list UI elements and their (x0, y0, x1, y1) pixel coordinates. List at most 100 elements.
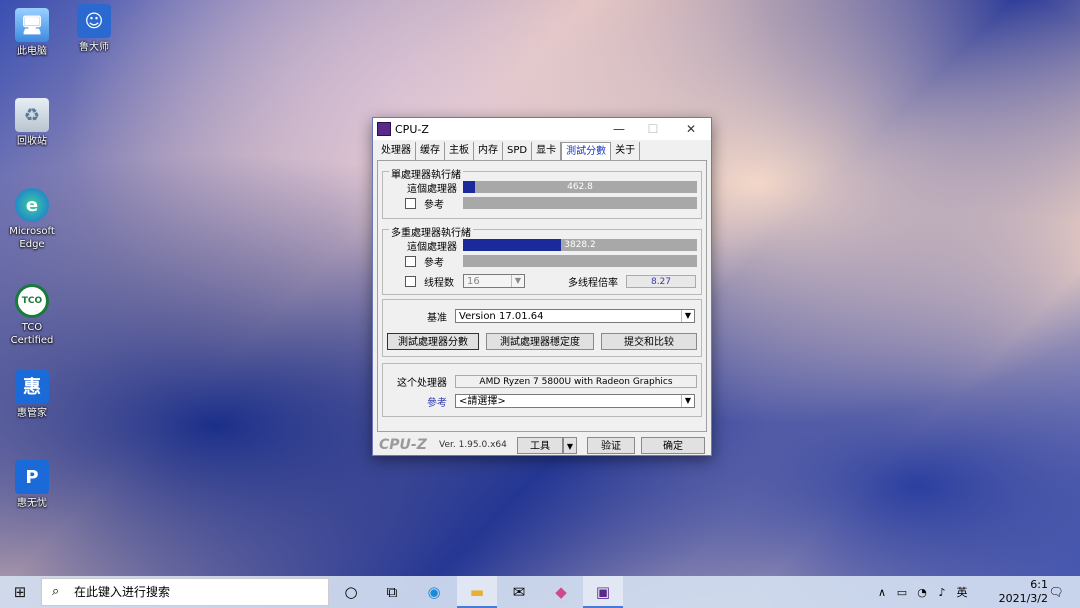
chevron-down-icon: ▼ (681, 395, 694, 407)
single-score-value: 462.8 (567, 182, 593, 192)
desktop-icon-label: 回收站 (17, 136, 47, 147)
multi-this-label: 這個處理器 (407, 241, 457, 253)
huiguanjia-icon: 惠 (15, 370, 49, 404)
desktop-icon-huiguanjia[interactable]: 惠 惠管家 (1, 370, 63, 420)
desktop-icon-this-pc[interactable]: 🖥 此电脑 (1, 8, 63, 58)
tab-bar: 处理器 缓存 主板 内存 SPD 显卡 測試分數 关于 (377, 142, 641, 160)
cpuz-window: CPU-Z — ☐ ✕ 处理器 缓存 主板 内存 SPD 显卡 測試分數 关于 … (372, 117, 712, 456)
threads-value: 16 (467, 276, 480, 287)
desktop-icon-label: 鲁大师 (79, 42, 109, 53)
desktop-icon-recycle-bin[interactable]: ♻ 回收站 (1, 98, 63, 148)
multi-ref-row: 參考 (405, 254, 444, 269)
this-proc-row: 这个处理器 (397, 374, 447, 389)
ratio-label: 多线程倍率 (568, 277, 618, 289)
desktop-icon-label: TCO Certified (10, 322, 54, 346)
huiwuyou-icon: P (15, 460, 49, 494)
chevron-up-icon[interactable]: ∧ (872, 582, 892, 602)
task-view-icon[interactable]: ⧉ (382, 582, 402, 602)
title-bar[interactable]: CPU-Z — ☐ ✕ (373, 118, 711, 140)
base-row: 基准 (427, 309, 447, 324)
stress-cpu-button[interactable]: 測試處理器穩定度 (486, 333, 594, 350)
file-explorer-icon[interactable]: ▬ (467, 582, 487, 602)
threads-label: 线程数 (424, 277, 454, 289)
paint-icon[interactable]: ◆ (551, 582, 571, 602)
close-button[interactable]: ✕ (673, 118, 709, 140)
multi-ref-label: 參考 (424, 257, 444, 269)
ref-proc-select[interactable]: <請選擇> ▼ (455, 394, 695, 408)
clock[interactable]: 6:1 2021/3/2 (999, 578, 1048, 606)
tab-bench[interactable]: 測試分數 (561, 142, 612, 160)
processor-group: 这个处理器 AMD Ryzen 7 5800U with Radeon Grap… (382, 363, 702, 417)
search-box[interactable]: ⌕ 在此键入进行搜索 (41, 578, 329, 606)
threads-select[interactable]: 16 ▼ (463, 274, 525, 288)
bottom-bar: CPU-Z Ver. 1.95.0.x64 工具 ▼ 验证 确定 (373, 436, 711, 454)
battery-icon[interactable]: ▭ (892, 582, 912, 602)
tools-button[interactable]: 工具 (517, 437, 563, 454)
bench-panel: 單處理器執行緒 這個處理器 462.8 參考 多重處理器執行緒 這個處理器 38… (377, 160, 707, 432)
multi-score-bar: 3828.2 (463, 239, 697, 251)
desktop-icon-label: 惠无忧 (17, 498, 47, 509)
threads-row: 线程数 (405, 274, 454, 289)
cpuz-app-icon (377, 122, 391, 136)
cpuz-logo: CPU-Z (379, 437, 427, 453)
desktop-icon-ludashi[interactable]: ☺ 鲁大师 (63, 4, 125, 54)
single-thread-group: 單處理器執行緒 這個處理器 462.8 參考 (382, 166, 702, 219)
desktop-icon-tco[interactable]: TCO TCO Certified (1, 284, 63, 347)
base-label: 基准 (427, 312, 447, 324)
tab-processor[interactable]: 处理器 (377, 142, 416, 160)
minimize-button[interactable]: — (601, 118, 637, 140)
tab-spd[interactable]: SPD (503, 142, 533, 160)
mail-icon[interactable]: ✉ (509, 582, 529, 602)
tab-about[interactable]: 关于 (611, 142, 641, 160)
tools-dropdown-button[interactable]: ▼ (563, 437, 577, 454)
tab-memory[interactable]: 内存 (474, 142, 503, 160)
network-icon[interactable]: ◔ (912, 582, 932, 602)
this-proc-label: 这个处理器 (397, 377, 447, 389)
notification-icon[interactable]: 🗨 (1046, 582, 1066, 602)
edge-icon: e (15, 188, 49, 222)
multi-ref-checkbox[interactable] (405, 255, 416, 267)
tco-certified-icon: TCO (15, 284, 49, 318)
ime-indicator[interactable]: 英 (952, 582, 972, 602)
this-proc-value: AMD Ryzen 7 5800U with Radeon Graphics (455, 375, 697, 388)
bench-cpu-button[interactable]: 測試處理器分數 (387, 333, 479, 350)
recycle-bin-icon: ♻ (15, 98, 49, 132)
validate-button[interactable]: 验证 (587, 437, 635, 454)
multi-ref-bar (463, 255, 697, 267)
cpuz-taskbar-icon[interactable]: ▣ (593, 582, 613, 602)
ratio-row: 多线程倍率 (568, 274, 618, 289)
version-label: Ver. 1.95.0.x64 (439, 440, 507, 450)
benchmark-group: 基准 Version 17.01.64 ▼ 測試處理器分數 測試處理器穩定度 提… (382, 299, 702, 357)
threads-checkbox[interactable] (405, 275, 416, 287)
multi-score-value: 3828.2 (564, 240, 596, 250)
tab-cache[interactable]: 缓存 (416, 142, 445, 160)
base-version-select[interactable]: Version 17.01.64 ▼ (455, 309, 695, 323)
edge-taskbar-icon[interactable]: ◉ (424, 582, 444, 602)
single-score-bar: 462.8 (463, 181, 697, 193)
tab-graphics[interactable]: 显卡 (532, 142, 562, 160)
multi-thread-group: 多重處理器執行緒 這個處理器 3828.2 參考 线程数 16 ▼ 多线程倍率 … (382, 224, 702, 295)
single-ref-checkbox[interactable] (405, 197, 416, 209)
clock-date: 2021/3/2 (998, 592, 1048, 605)
single-this-label: 這個處理器 (407, 183, 457, 195)
ref-proc-label: 參考 (427, 397, 447, 409)
search-placeholder: 在此键入进行搜索 (74, 585, 171, 599)
desktop-icon-huiwuyou[interactable]: P 惠无忧 (1, 460, 63, 510)
desktop-icon-edge[interactable]: e Microsoft Edge (1, 188, 63, 251)
desktop-icon-label: Microsoft Edge (9, 226, 55, 250)
window-title: CPU-Z (395, 122, 429, 136)
chevron-down-icon: ▼ (681, 310, 694, 322)
tab-mainboard[interactable]: 主板 (445, 142, 474, 160)
base-version-value: Version 17.01.64 (459, 311, 544, 322)
cortana-icon[interactable]: ○ (341, 582, 361, 602)
submit-compare-button[interactable]: 提交和比较 (601, 333, 697, 350)
computer-icon: 🖥 (15, 8, 49, 42)
taskbar: ⊞ ⌕ 在此键入进行搜索 ○ ⧉ ◉ ▬ ✉ ◆ ▣ ∧ ▭ ◔ ♪ 英 6:1… (0, 576, 1080, 608)
search-icon: ⌕ (52, 584, 60, 599)
single-ref-bar (463, 197, 697, 209)
maximize-button[interactable]: ☐ (635, 118, 671, 140)
windows-start-icon[interactable]: ⊞ (10, 582, 30, 602)
volume-icon[interactable]: ♪ (932, 582, 952, 602)
ok-button[interactable]: 确定 (641, 437, 705, 454)
ratio-value: 8.27 (626, 275, 696, 288)
